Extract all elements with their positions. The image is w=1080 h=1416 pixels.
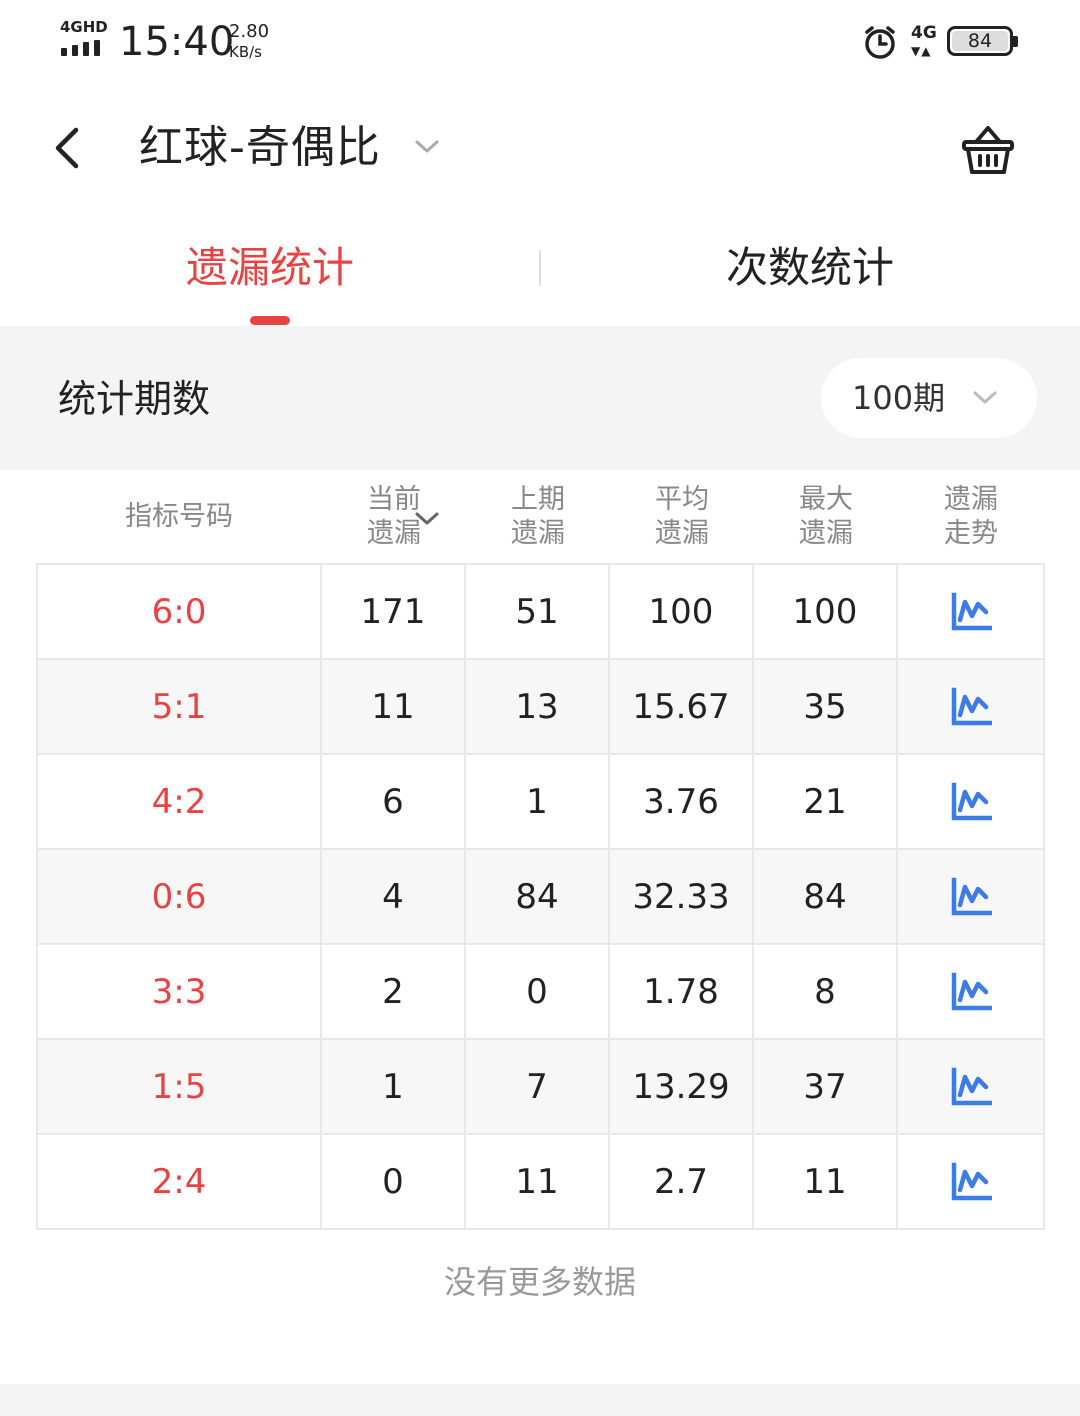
trend-chart-icon[interactable]: [950, 972, 992, 1012]
mobile-data-icon: 4G ▼▲: [911, 23, 937, 58]
network-speed: 2.80 KB/s: [229, 21, 270, 62]
cell-avg: 13.29: [610, 1040, 754, 1133]
network-type: 4GHD: [60, 18, 108, 36]
col-header-last[interactable]: 上期遗漏: [466, 470, 610, 564]
col-header-code: 指标号码: [125, 501, 233, 532]
tab-count-stats[interactable]: 次数统计: [540, 240, 1080, 296]
sort-chevron-icon: [415, 512, 439, 525]
cell-code: 2:4: [38, 1135, 322, 1228]
cell-max: 8: [754, 945, 898, 1038]
table-body: 6:0 171 51 100 100 5:1 11 13 15.67 35 4:2 6 1 3.76 21 0…: [36, 563, 1045, 1230]
cell-max: 37: [754, 1040, 898, 1133]
cell-code: 0:6: [38, 850, 322, 943]
cell-code: 6:0: [38, 565, 322, 658]
tab-bar: 遗漏统计 次数统计: [0, 216, 1080, 326]
trend-chart-icon[interactable]: [950, 1162, 992, 1202]
trend-cell[interactable]: [898, 945, 1043, 1038]
table-row: 0:6 4 84 32.33 84: [38, 850, 1043, 945]
table-row: 1:5 1 7 13.29 37: [38, 1040, 1043, 1135]
table-header: 指标号码 当前遗漏 上期遗漏 平均遗漏 最大遗漏 遗漏走势: [36, 470, 1044, 564]
battery-icon: 84: [947, 26, 1018, 56]
status-bar: 4GHD 15:40 2.80 KB/s 4G ▼▲ 84: [0, 0, 1080, 86]
table-row: 4:2 6 1 3.76 21: [38, 755, 1043, 850]
content-area: 统计期数 100期 指标号码 当前遗漏 上期遗漏 平均遗漏 最大遗漏 遗漏走势 …: [0, 326, 1080, 1416]
col-header-avg[interactable]: 平均遗漏: [610, 470, 754, 564]
cell-last: 7: [466, 1040, 610, 1133]
cell-code: 5:1: [38, 660, 322, 753]
signal-icon: 4GHD: [60, 18, 108, 58]
trend-cell[interactable]: [898, 565, 1043, 658]
trend-cell[interactable]: [898, 1040, 1043, 1133]
table-row: 3:3 2 0 1.78 8: [38, 945, 1043, 1040]
cell-avg: 100: [610, 565, 754, 658]
tab-missing-stats[interactable]: 遗漏统计: [0, 240, 540, 296]
period-label: 统计期数: [58, 377, 211, 421]
stats-table: 指标号码 当前遗漏 上期遗漏 平均遗漏 最大遗漏 遗漏走势 6:0 171 51 10…: [0, 470, 1080, 1416]
cell-avg: 2.7: [610, 1135, 754, 1228]
active-tab-indicator: [250, 316, 290, 325]
cell-current: 11: [322, 660, 466, 753]
cell-last: 13: [466, 660, 610, 753]
col-header-trend: 遗漏走势: [944, 484, 998, 549]
battery-level: 84: [952, 31, 1008, 51]
cell-current: 171: [322, 565, 466, 658]
cell-current: 1: [322, 1040, 466, 1133]
cell-code: 4:2: [38, 755, 322, 848]
cell-avg: 15.67: [610, 660, 754, 753]
page-title[interactable]: 红球-奇偶比: [139, 120, 381, 176]
trend-chart-icon[interactable]: [950, 687, 992, 727]
no-more-data: 没有更多数据: [443, 1263, 636, 1301]
trend-chart-icon[interactable]: [950, 782, 992, 822]
app-header: 红球-奇偶比: [0, 86, 1080, 216]
cell-last: 84: [466, 850, 610, 943]
col-header-max[interactable]: 最大遗漏: [754, 470, 898, 564]
cell-max: 100: [754, 565, 898, 658]
cell-current: 4: [322, 850, 466, 943]
cell-avg: 1.78: [610, 945, 754, 1038]
chevron-down-icon: [973, 391, 997, 404]
trend-chart-icon[interactable]: [950, 592, 992, 632]
basket-icon[interactable]: [958, 120, 1018, 180]
cell-last: 51: [466, 565, 610, 658]
trend-cell[interactable]: [898, 850, 1043, 943]
bottom-strip: [0, 1384, 1080, 1416]
cell-max: 11: [754, 1135, 898, 1228]
clock: 15:40: [119, 19, 235, 65]
col-header-current[interactable]: 当前遗漏: [322, 470, 466, 564]
trend-chart-icon[interactable]: [950, 1067, 992, 1107]
cell-max: 21: [754, 755, 898, 848]
chevron-down-icon[interactable]: [412, 132, 442, 162]
table-row: 6:0 171 51 100 100: [38, 565, 1043, 660]
cell-current: 0: [322, 1135, 466, 1228]
trend-chart-icon[interactable]: [950, 877, 992, 917]
alarm-icon: [865, 26, 895, 59]
cell-avg: 32.33: [610, 850, 754, 943]
cell-current: 6: [322, 755, 466, 848]
trend-cell[interactable]: [898, 755, 1043, 848]
cell-avg: 3.76: [610, 755, 754, 848]
period-value: 100期: [852, 379, 946, 417]
cell-last: 0: [466, 945, 610, 1038]
cell-last: 11: [466, 1135, 610, 1228]
cell-current: 2: [322, 945, 466, 1038]
cell-code: 1:5: [38, 1040, 322, 1133]
trend-cell[interactable]: [898, 660, 1043, 753]
period-select[interactable]: 100期: [821, 358, 1037, 438]
cell-max: 35: [754, 660, 898, 753]
cell-max: 84: [754, 850, 898, 943]
cell-last: 1: [466, 755, 610, 848]
table-row: 5:1 11 13 15.67 35: [38, 660, 1043, 755]
trend-cell[interactable]: [898, 1135, 1043, 1228]
table-row: 2:4 0 11 2.7 11: [38, 1135, 1043, 1230]
back-icon[interactable]: [44, 122, 96, 174]
cell-code: 3:3: [38, 945, 322, 1038]
